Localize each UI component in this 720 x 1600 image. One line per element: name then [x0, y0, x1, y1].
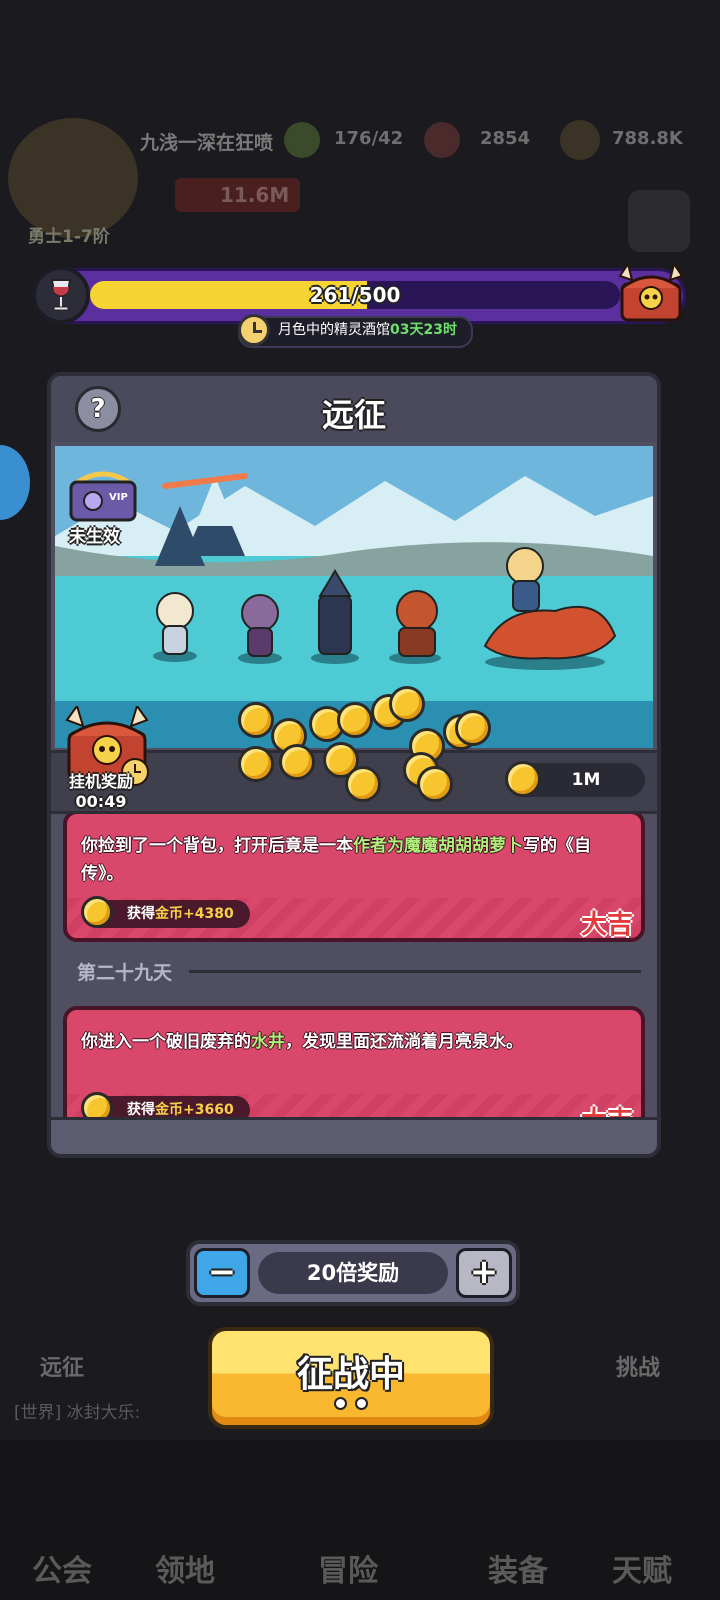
coin-icon [238, 702, 274, 738]
resource-2-icon [424, 122, 460, 158]
log-text-highlight: 水井 [251, 1032, 285, 1052]
log-text: 你捡到了一个背包，打开后竟是一本作者为魔魔胡胡胡萝卜写的《自传》。 [81, 832, 627, 888]
progress-text: 261/500 [309, 283, 401, 307]
reward-multiplier: − 20倍奖励 + [186, 1240, 520, 1306]
reward-label: 获得 [127, 1102, 155, 1118]
reward-value: 金币+3660 [155, 1102, 234, 1118]
resource-2-value: 2854 [480, 128, 531, 149]
event-countdown: 03天23时 [390, 322, 457, 338]
player-name: 九浅一深在狂喷 [140, 132, 274, 154]
event-log[interactable]: 你捡到了一个背包，打开后竟是一本作者为魔魔胡胡胡萝卜写的《自传》。 获得金币+4… [59, 814, 649, 1129]
bottom-nav: 公会 领地 冒险 装备 天赋 [0, 1440, 720, 1600]
log-text-highlight: 作者为魔魔胡胡胡萝卜 [353, 836, 523, 856]
log-text-start: 你进入一个破旧废弃的 [81, 1032, 251, 1052]
coin-icon [238, 746, 274, 782]
gold-value: 788.8K [612, 128, 683, 149]
event-name: 月色中的精灵酒馆 [278, 322, 390, 338]
dialog-title: 远征 [321, 396, 386, 434]
resource-1-icon [284, 122, 320, 158]
coin-icon [417, 766, 453, 802]
reward-label: 获得 [127, 906, 155, 922]
increase-button[interactable]: + [456, 1248, 512, 1298]
decrease-button[interactable]: − [194, 1248, 250, 1298]
day-divider [189, 970, 641, 973]
coin-icon [455, 710, 491, 746]
log-text: 你进入一个破旧废弃的水井，发现里面还流淌着月亮泉水。 [81, 1028, 627, 1056]
log-text-start: 你捡到了一个背包，打开后竟是一本 [81, 836, 353, 856]
coin-icon [389, 686, 425, 722]
dialog-footer [51, 1117, 657, 1154]
gold-amount-value: 1M [571, 770, 601, 790]
avatar [8, 118, 138, 238]
tab-equipment[interactable]: 装备 [488, 1546, 548, 1590]
log-text-end: ，发现里面还流淌着月亮泉水。 [285, 1032, 523, 1052]
gold-amount: 1M [505, 761, 645, 797]
side-left-label: 远征 [40, 1356, 85, 1381]
tab-guild[interactable]: 公会 [32, 1546, 92, 1590]
gold-icon [560, 120, 600, 160]
vip-card-icon[interactable]: VIP [67, 470, 139, 522]
log-card: 你捡到了一个背包，打开后竟是一本作者为魔魔胡胡胡萝卜写的《自传》。 获得金币+4… [63, 814, 645, 942]
event-timer: 月色中的精灵酒馆03天23时 [238, 314, 473, 348]
power-value: 11.6M [175, 178, 300, 212]
reward-value: 金币+4380 [155, 906, 234, 922]
menu-icon[interactable] [628, 190, 690, 252]
luck-badge: 大吉 [580, 910, 633, 940]
idle-reward-time: 00:49 [75, 792, 127, 811]
tab-territory[interactable]: 领地 [155, 1546, 215, 1590]
resource-1-value: 176/42 [334, 128, 404, 149]
day-heading: 第二十九天 [77, 962, 173, 984]
side-right-label: 挑战 [616, 1356, 661, 1381]
log-card: 你进入一个破旧废弃的水井，发现里面还流淌着月亮泉水。 获得金币+3660 大吉 [63, 1006, 645, 1129]
log-reward: 获得金币+4380 [81, 896, 250, 928]
multiplier-label: 20倍奖励 [258, 1252, 448, 1294]
vip-tag: VIP [109, 492, 128, 503]
dialog-header: ? 远征 [51, 376, 657, 442]
battle-button-label: 征战中 [296, 1354, 405, 1395]
coin-icon [279, 744, 315, 780]
tab-talent[interactable]: 天赋 [612, 1546, 672, 1590]
idle-reward-label: 挂机奖励 00:49 [69, 772, 133, 812]
vip-status: 未生效 [69, 527, 120, 547]
side-button[interactable] [0, 445, 30, 520]
coin-icon [337, 702, 373, 738]
expedition-dialog: ? 远征 VIP 未生效 挂机奖励 00:49 1M 你捡到了一个背包，打开后竟… [47, 372, 661, 1158]
tab-adventure[interactable]: 冒险 [318, 1546, 378, 1590]
battle-button[interactable]: 征战中 [208, 1327, 494, 1429]
coin-icon [345, 766, 381, 802]
idle-reward-title: 挂机奖励 [69, 772, 134, 791]
chat-preview[interactable]: [世界] 冰封大乐: [14, 1398, 140, 1423]
wine-glass-icon [32, 266, 90, 324]
clock-icon [238, 314, 270, 346]
coin-icon [81, 896, 113, 928]
loading-dots [212, 1395, 490, 1414]
skull-chest-icon[interactable] [616, 261, 686, 324]
rank-label: 勇士1-7阶 [28, 227, 110, 247]
